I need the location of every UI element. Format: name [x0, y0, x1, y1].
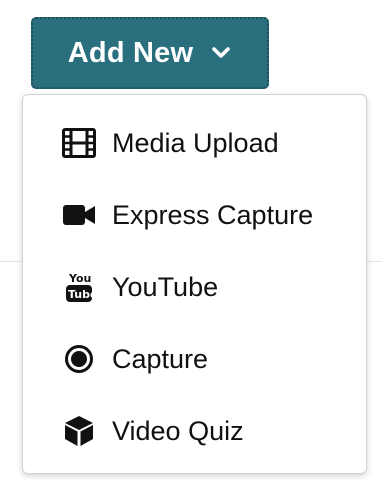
menu-item-capture[interactable]: Capture: [23, 323, 366, 395]
menu-item-express-capture[interactable]: Express Capture: [23, 179, 366, 251]
record-icon: [61, 341, 97, 377]
youtube-icon: You Tube: [61, 269, 97, 305]
cube-icon: [61, 413, 97, 449]
menu-item-label: Capture: [112, 343, 209, 374]
menu-item-label: Express Capture: [112, 199, 314, 230]
menu-item-label: Video Quiz: [112, 415, 244, 446]
svg-text:Tube: Tube: [68, 288, 93, 301]
add-new-dropdown-menu: Media Upload Express Capture You Tube Y: [22, 94, 367, 474]
add-new-label: Add New: [67, 36, 194, 69]
menu-item-youtube[interactable]: You Tube YouTube: [23, 251, 366, 323]
menu-item-media-upload[interactable]: Media Upload: [23, 107, 366, 179]
menu-item-label: YouTube: [112, 271, 219, 302]
svg-text:You: You: [68, 272, 91, 285]
menu-item-video-quiz[interactable]: Video Quiz: [23, 395, 366, 467]
film-icon: [61, 125, 97, 161]
page: Add New Media Upload Express Capture You…: [0, 0, 382, 498]
add-new-button[interactable]: Add New: [31, 17, 269, 89]
video-camera-icon: [61, 197, 97, 233]
chevron-down-icon: [210, 42, 232, 64]
menu-item-label: Media Upload: [112, 127, 279, 158]
